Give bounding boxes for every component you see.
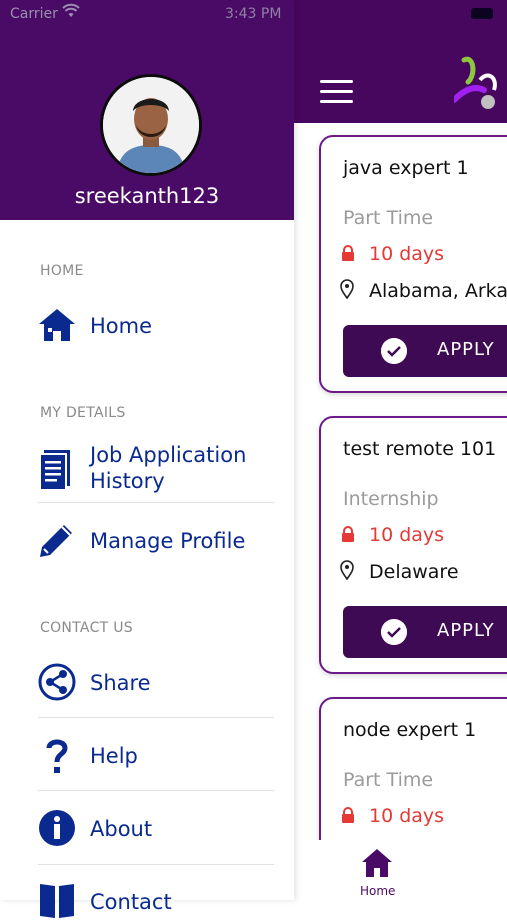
job-title: java expert 1 bbox=[343, 157, 469, 179]
job-card[interactable]: java expert 1 Part Time 10 days Alabama,… bbox=[319, 135, 507, 393]
wifi-icon bbox=[62, 3, 80, 17]
apply-button[interactable]: APPLY bbox=[343, 606, 507, 658]
app-logo bbox=[454, 56, 497, 109]
divider bbox=[38, 502, 274, 503]
document-icon bbox=[39, 450, 70, 490]
lock-icon bbox=[342, 526, 354, 542]
clock: 3:43 PM bbox=[225, 6, 282, 22]
job-title: test remote 101 bbox=[343, 438, 497, 460]
hamburger-menu-icon[interactable] bbox=[320, 80, 353, 104]
location-pin-icon bbox=[340, 279, 354, 299]
job-days-left: 10 days bbox=[369, 524, 445, 546]
section-header-my-details: MY DETAILS bbox=[40, 405, 126, 421]
menu-item-label: Help bbox=[90, 744, 138, 768]
job-location: Delaware bbox=[369, 561, 459, 583]
menu-item-label: Job Application History bbox=[90, 442, 246, 494]
job-title: node expert 1 bbox=[343, 719, 477, 741]
job-days-left: 10 days bbox=[369, 805, 445, 827]
share-icon bbox=[38, 663, 76, 701]
section-header-contact-us: CONTACT US bbox=[40, 620, 133, 636]
bottom-tab-bar: Home bbox=[294, 840, 507, 900]
home-tab-icon[interactable] bbox=[360, 846, 394, 880]
home-icon bbox=[39, 309, 75, 341]
location-pin-icon bbox=[340, 560, 354, 580]
menu-item-label: Share bbox=[90, 671, 151, 695]
job-type: Part Time bbox=[343, 769, 434, 791]
avatar[interactable] bbox=[100, 74, 202, 176]
menu-item-label-line1: Job Application bbox=[90, 443, 247, 467]
lock-icon bbox=[342, 245, 354, 261]
job-days-left: 10 days bbox=[369, 243, 445, 265]
book-icon bbox=[40, 884, 74, 918]
divider bbox=[38, 717, 274, 718]
job-type: Part Time bbox=[343, 207, 434, 229]
job-type: Internship bbox=[343, 488, 439, 510]
question-mark-icon bbox=[46, 739, 68, 773]
job-card[interactable]: test remote 101 Internship 10 days Delaw… bbox=[319, 416, 507, 674]
checkmark-icon bbox=[381, 619, 407, 645]
menu-item-label: Contact bbox=[90, 890, 172, 914]
side-drawer: sreekanth123 HOME Home MY DETAILS Job Ap… bbox=[0, 0, 294, 918]
status-bar: Carrier 3:43 PM bbox=[0, 0, 507, 28]
info-icon bbox=[39, 810, 75, 846]
battery-icon bbox=[471, 8, 493, 19]
lock-icon bbox=[342, 807, 354, 823]
divider bbox=[38, 864, 274, 865]
apply-label: APPLY bbox=[437, 339, 495, 360]
section-header-home: HOME bbox=[40, 263, 84, 279]
divider bbox=[38, 790, 274, 791]
username: sreekanth123 bbox=[74, 184, 220, 208]
menu-item-label: About bbox=[90, 817, 153, 841]
job-list-screen: java expert 1 Part Time 10 days Alabama,… bbox=[294, 0, 507, 900]
menu-item-label: Home bbox=[90, 314, 153, 338]
job-location: Alabama, Arkar bbox=[369, 280, 507, 302]
apply-label: APPLY bbox=[437, 620, 495, 641]
pencil-icon bbox=[40, 525, 72, 557]
drawer-header: sreekanth123 bbox=[0, 0, 294, 220]
apply-button[interactable]: APPLY bbox=[343, 325, 507, 377]
user-photo bbox=[103, 77, 199, 173]
menu-item-label-line2: History bbox=[90, 469, 165, 493]
checkmark-icon bbox=[381, 338, 407, 364]
menu-item-label: Manage Profile bbox=[90, 529, 246, 553]
carrier-label: Carrier bbox=[10, 6, 58, 22]
home-tab-label[interactable]: Home bbox=[360, 884, 395, 898]
